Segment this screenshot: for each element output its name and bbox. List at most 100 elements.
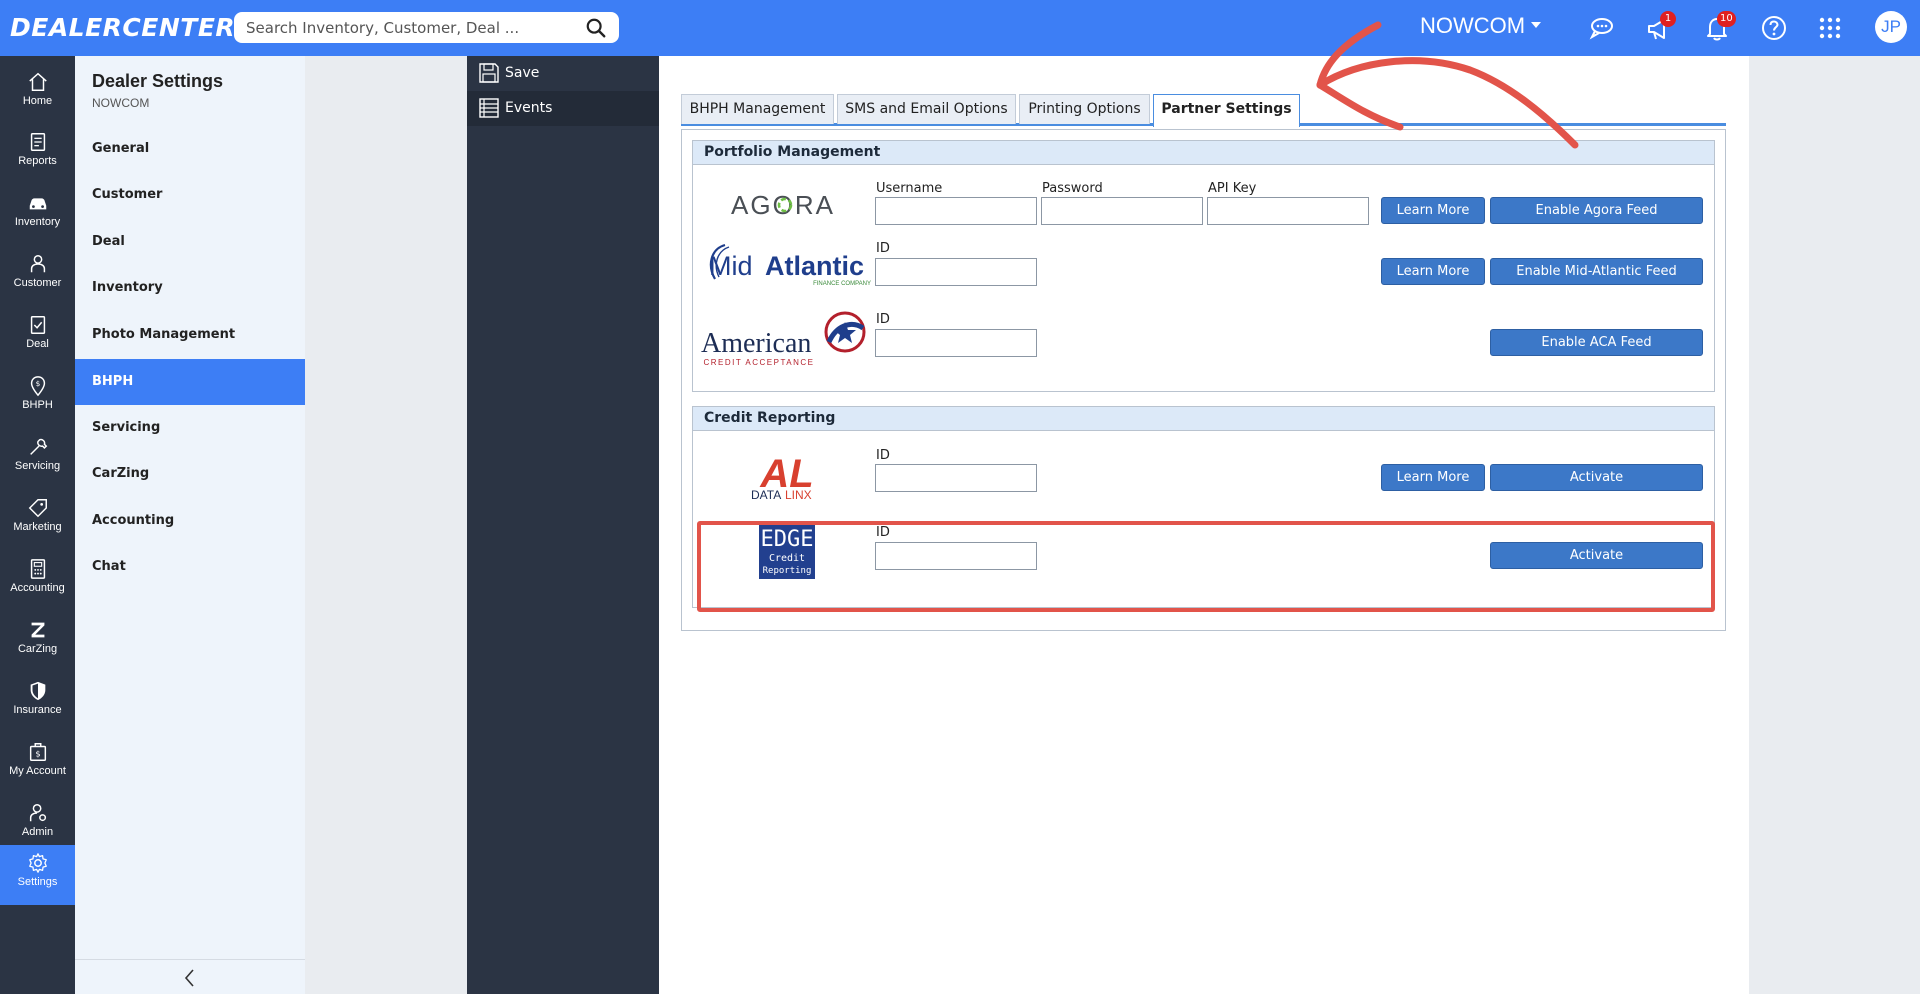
nav-label: Home [22, 95, 53, 107]
nav-reports[interactable]: Reports [0, 124, 75, 184]
datalinx-logo-text-data: DATA [751, 488, 781, 501]
search-icon[interactable] [585, 17, 607, 39]
datalinx-logo-text-linx: LINX [785, 488, 812, 501]
settings-item-photo-management[interactable]: Photo Management [75, 312, 305, 358]
edge-logo-line1: EDGE [761, 527, 814, 552]
wrench-icon [29, 438, 47, 455]
events-label: Events [505, 100, 553, 116]
nav-accounting[interactable]: Accounting [0, 551, 75, 611]
nav-label: Deal [26, 338, 49, 350]
tab-printing-options[interactable]: Printing Options [1019, 94, 1150, 124]
nav-insurance[interactable]: Insurance [0, 673, 75, 733]
dealer-switcher[interactable]: NOWCOM [1420, 13, 1542, 39]
datalinx-id-label: ID [876, 448, 890, 463]
datalinx-activate-button[interactable]: Activate [1490, 464, 1703, 491]
settings-title: Dealer Settings [92, 71, 224, 91]
mid-atlantic-learn-more-button[interactable]: Learn More [1381, 258, 1485, 285]
nav-label: Servicing [14, 460, 61, 472]
app-logo[interactable]: DEALERCENTER [10, 13, 235, 42]
edge-id-input[interactable] [875, 542, 1037, 570]
gear-icon [28, 853, 47, 873]
mid-atlantic-logo: Mid Atlantic FINANCE COMPANY [703, 241, 871, 289]
agora-password-input[interactable] [1041, 197, 1203, 225]
agora-logo-text: AGORA [731, 190, 835, 219]
agora-logo: AGORA [728, 189, 838, 220]
mid-atlantic-logo-text-mid: Mid [709, 251, 753, 281]
aca-logo-sub: CREDIT ACCEPTANCE [704, 358, 815, 367]
deal-icon [30, 316, 45, 334]
tab-partner-settings[interactable]: Partner Settings [1153, 94, 1300, 127]
enable-agora-feed-button[interactable]: Enable Agora Feed [1490, 197, 1703, 224]
settings-item-inventory[interactable]: Inventory [75, 265, 305, 311]
shield-icon [30, 681, 45, 701]
nav-my-account[interactable]: $ My Account [0, 734, 75, 794]
datalinx-learn-more-button[interactable]: Learn More [1381, 464, 1485, 491]
datalinx-id-input[interactable] [875, 464, 1037, 492]
partner-settings-area: Portfolio Management AGORA Username Pass… [681, 129, 1726, 631]
password-label: Password [1042, 181, 1103, 196]
save-button[interactable]: Save [467, 56, 659, 91]
edge-id-label: ID [876, 525, 890, 540]
nav-settings[interactable]: Settings [0, 845, 75, 905]
nav-label: Marketing [13, 521, 62, 533]
american-credit-acceptance-logo: American CREDIT ACCEPTANCE [701, 310, 871, 368]
settings-item-customer[interactable]: Customer [75, 172, 305, 218]
enable-mid-atlantic-feed-button[interactable]: Enable Mid-Atlantic Feed [1490, 258, 1703, 285]
global-search [234, 12, 619, 43]
user-avatar[interactable]: JP [1875, 11, 1907, 43]
nav-label: Inventory [14, 216, 61, 228]
events-button[interactable]: Events [467, 91, 659, 126]
action-bar: Save Events [467, 56, 659, 994]
tag-icon [28, 499, 47, 518]
settings-item-servicing[interactable]: Servicing [75, 405, 305, 451]
nav-home[interactable]: Home [0, 64, 75, 124]
tab-sms-email-options[interactable]: SMS and Email Options [837, 94, 1016, 124]
carzing-icon [31, 622, 44, 638]
admin-icon [29, 804, 46, 822]
mid-atlantic-logo-sub: FINANCE COMPANY [813, 281, 871, 287]
nav-label: Admin [21, 826, 54, 838]
nav-deal[interactable]: Deal [0, 307, 75, 367]
nav-marketing[interactable]: Marketing [0, 490, 75, 550]
nav-label: CarZing [17, 643, 58, 655]
settings-item-bhph[interactable]: BHPH [75, 359, 305, 405]
top-bar: DEALERCENTER NOWCOM 1 10 JP [0, 0, 1920, 56]
mid-atlantic-logo-text-atlantic: Atlantic [765, 251, 864, 281]
settings-item-chat[interactable]: Chat [75, 544, 305, 590]
chat-icon[interactable] [1587, 14, 1615, 42]
tab-bhph-management[interactable]: BHPH Management [681, 94, 834, 124]
nav-label: Accounting [10, 582, 65, 594]
events-list-icon [479, 98, 499, 118]
credit-reporting-title: Credit Reporting [693, 407, 1714, 431]
help-icon[interactable] [1760, 14, 1788, 42]
bhph-icon: $ [30, 376, 45, 397]
portfolio-management-panel: Portfolio Management AGORA Username Pass… [692, 140, 1715, 392]
settings-item-carzing[interactable]: CarZing [75, 451, 305, 497]
edge-activate-button[interactable]: Activate [1490, 542, 1703, 569]
main-content: BHPH Management SMS and Email Options Pr… [659, 56, 1749, 994]
nav-inventory[interactable]: Inventory [0, 185, 75, 245]
car-icon [29, 198, 46, 210]
edge-credit-reporting-logo: EDGE Credit Reporting [759, 522, 815, 579]
settings-subtitle: NOWCOM [92, 96, 150, 110]
settings-item-accounting[interactable]: Accounting [75, 498, 305, 544]
credit-reporting-panel: Credit Reporting AL DATA LINX ID Learn M… [692, 406, 1715, 608]
mid-atlantic-id-input[interactable] [875, 258, 1037, 286]
settings-item-deal[interactable]: Deal [75, 219, 305, 265]
nav-bhph[interactable]: $ BHPH [0, 368, 75, 428]
agora-username-input[interactable] [875, 197, 1037, 225]
enable-aca-feed-button[interactable]: Enable ACA Feed [1490, 329, 1703, 356]
edge-logo-line3: Reporting [763, 566, 812, 576]
aca-id-input[interactable] [875, 329, 1037, 357]
apps-grid-icon[interactable] [1816, 14, 1844, 42]
agora-api-key-input[interactable] [1207, 197, 1369, 225]
nav-label: BHPH [22, 399, 53, 411]
nav-servicing[interactable]: Servicing [0, 429, 75, 489]
nav-customer[interactable]: Customer [0, 246, 75, 306]
nav-carzing[interactable]: CarZing [0, 612, 75, 672]
agora-learn-more-button[interactable]: Learn More [1381, 197, 1485, 224]
main-nav: Home Reports Inventory Customer Deal $ B… [0, 56, 75, 994]
search-input[interactable] [246, 17, 576, 38]
collapse-panel-button[interactable] [75, 959, 305, 994]
settings-item-general[interactable]: General [75, 126, 305, 172]
